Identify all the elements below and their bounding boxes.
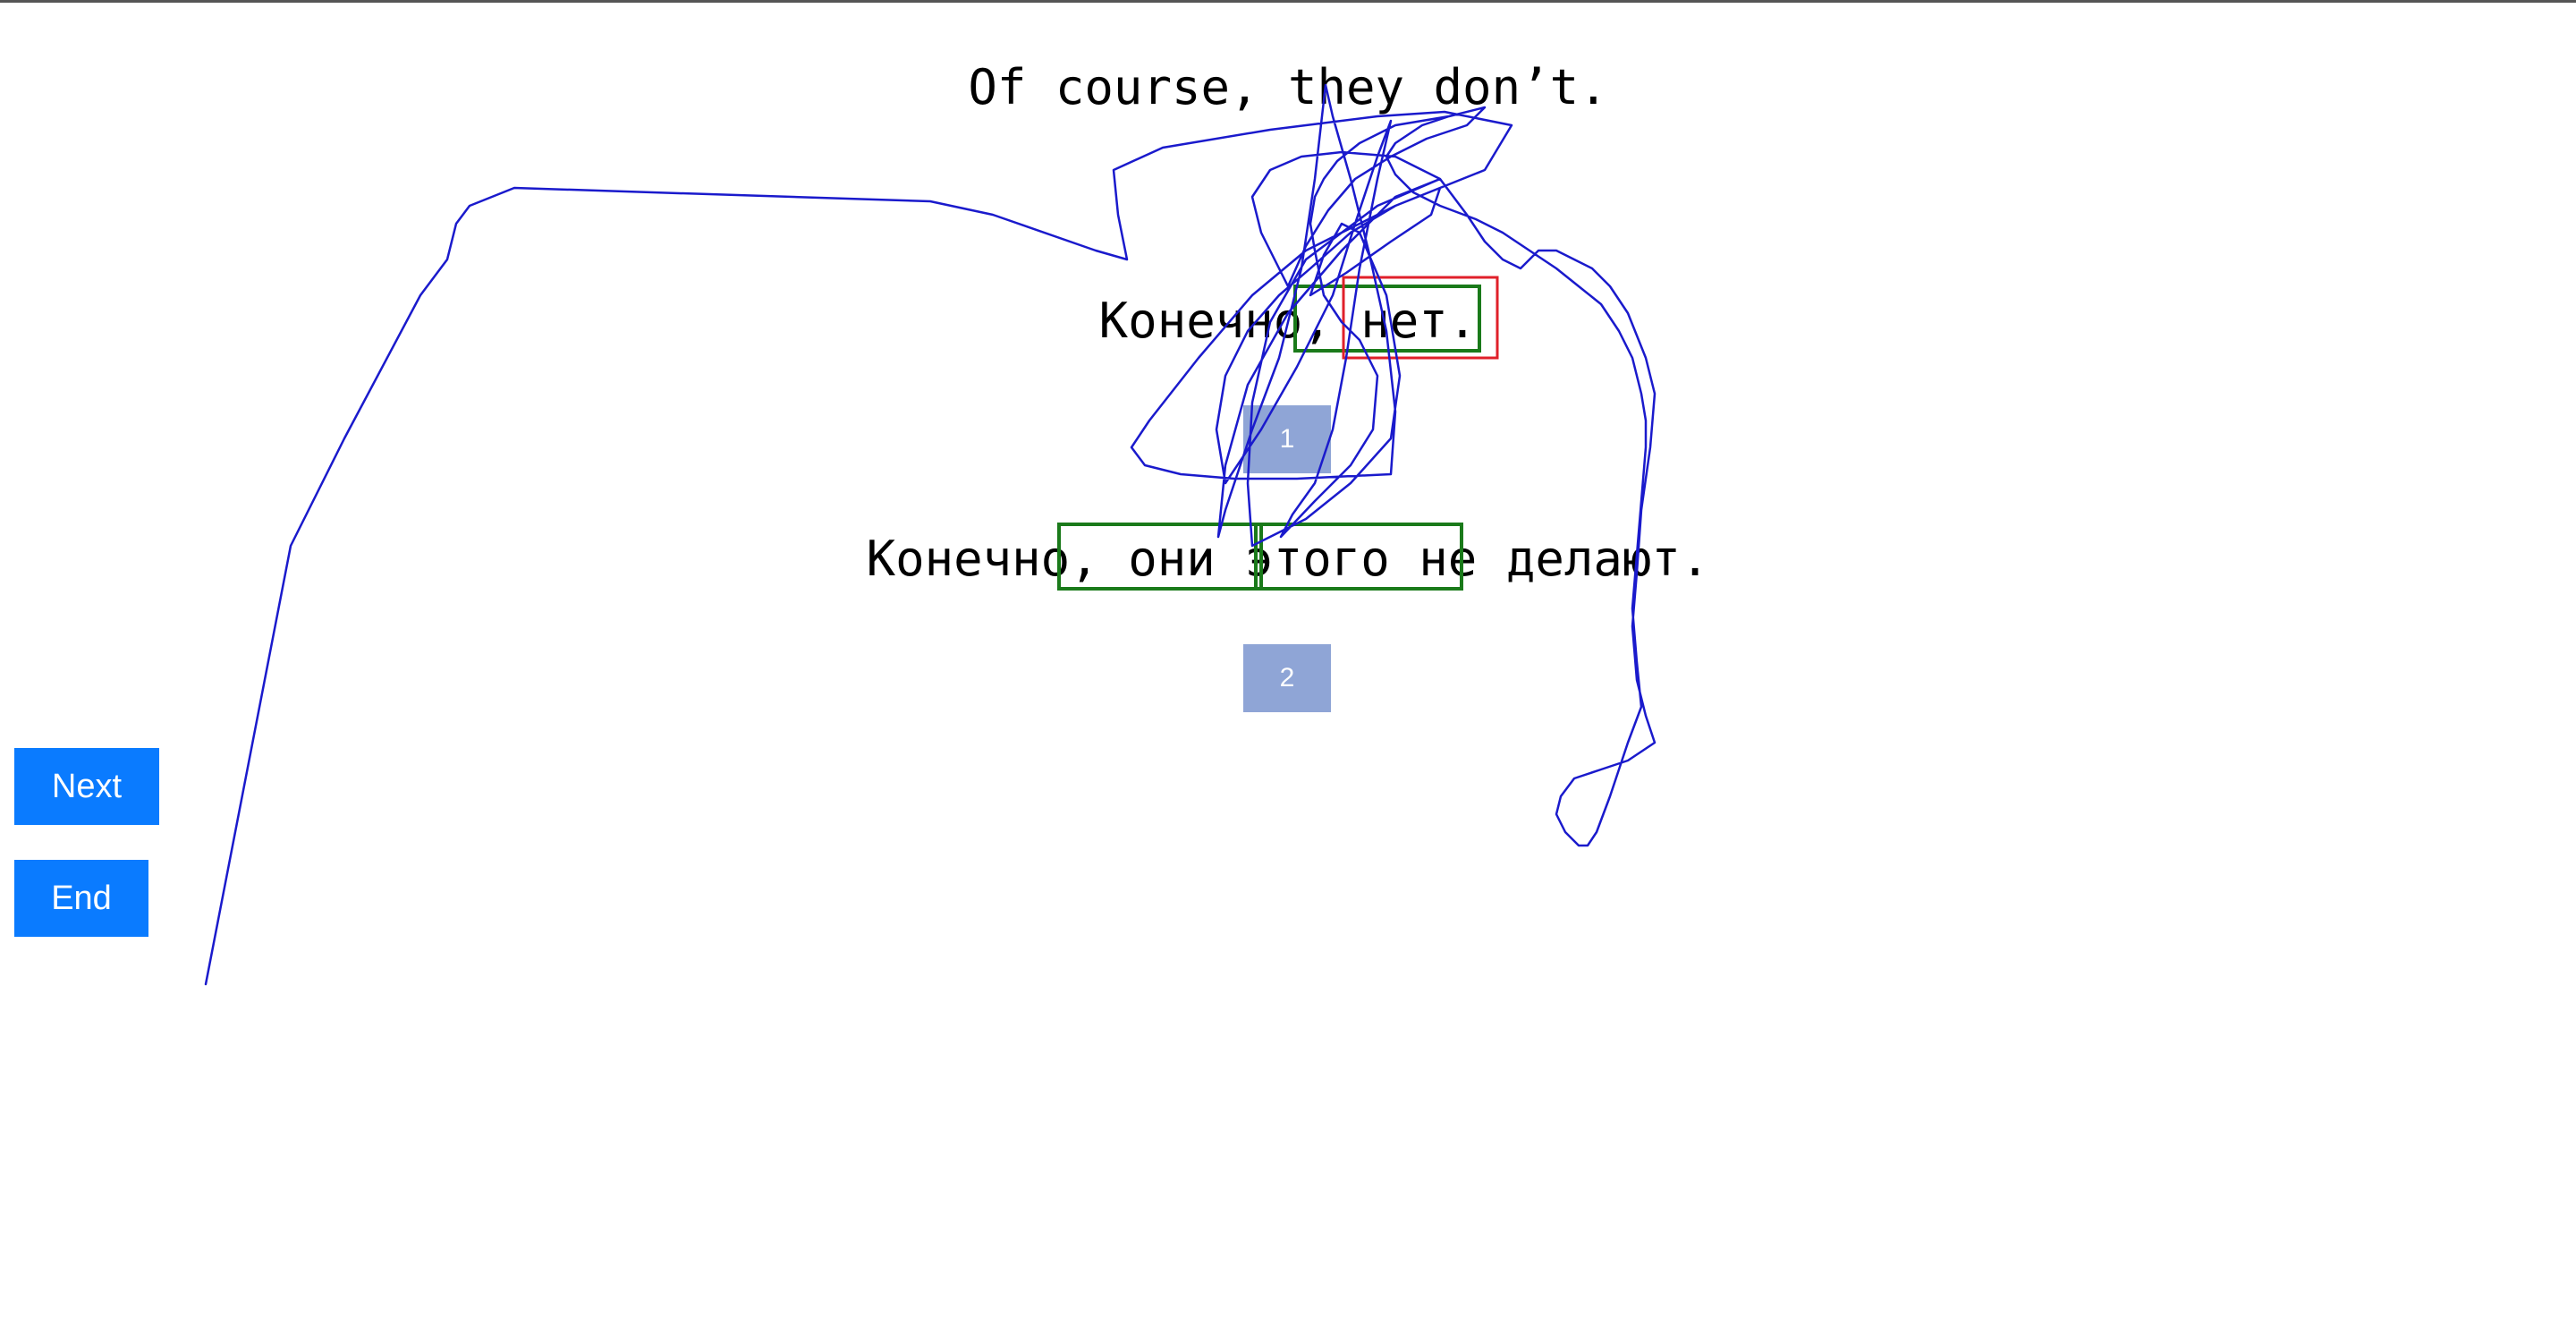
source-sentence: Of course, they don’t.	[968, 59, 1608, 115]
translation-option-1[interactable]: Конечно, нет.	[0, 297, 2576, 345]
rank-badge-2[interactable]: 2	[1243, 644, 1331, 712]
top-border	[0, 0, 2576, 3]
rank-badge-1[interactable]: 1	[1243, 405, 1331, 473]
translation-option-2[interactable]: Конечно, они этого не делают.	[0, 535, 2576, 583]
end-button[interactable]: End	[14, 860, 148, 937]
next-button[interactable]: Next	[14, 748, 159, 825]
